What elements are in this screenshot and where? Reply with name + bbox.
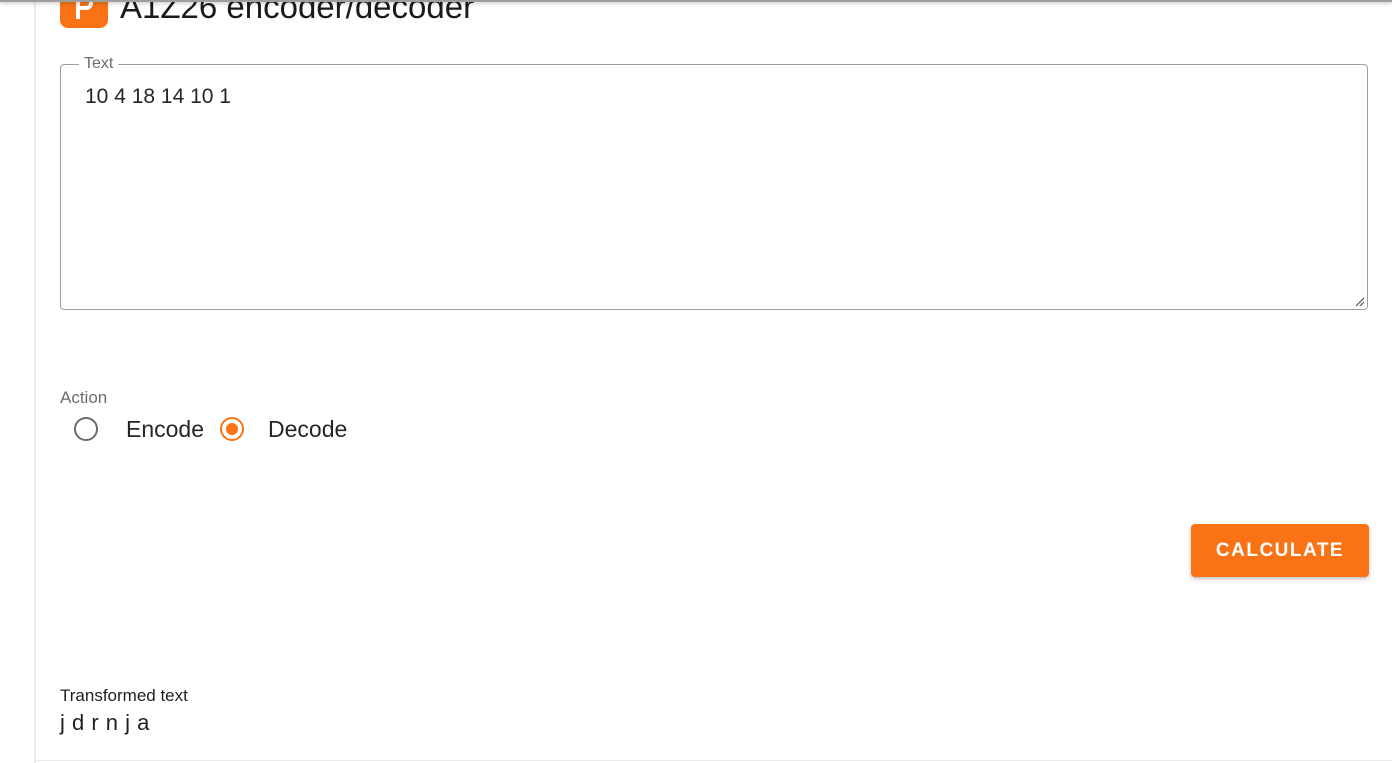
radio-unchecked-icon[interactable]: [74, 417, 98, 441]
result-label: Transformed text: [60, 686, 188, 705]
result-value: j d r n j a: [60, 710, 150, 735]
resize-handle-icon[interactable]: [1353, 295, 1365, 307]
calculate-button[interactable]: CALCULATE: [1191, 524, 1369, 577]
p-logo-icon: [60, 0, 108, 28]
top-app-bar-shadow: [0, 0, 1392, 2]
p-logo-glyph: [76, 0, 93, 19]
text-field-value[interactable]: 10 4 18 14 10 1: [85, 85, 231, 109]
page: A1Z26 encoder/decoder Text 10 4 18 14 10…: [0, 0, 1392, 763]
radio-option-decode[interactable]: Decode: [220, 416, 347, 443]
radio-checked-icon[interactable]: [220, 417, 245, 441]
left-divider: [34, 0, 36, 763]
radio-label-encode[interactable]: Encode: [126, 416, 204, 443]
text-input-field[interactable]: Text 10 4 18 14 10 1: [60, 55, 1368, 310]
radio-label-decode[interactable]: Decode: [268, 416, 347, 443]
page-title: A1Z26 encoder/decoder: [120, 0, 475, 25]
radio-checked-dot: [226, 423, 239, 435]
bottom-divider: [36, 760, 1392, 761]
text-field-label: Text: [79, 55, 119, 73]
radio-option-encode[interactable]: Encode: [74, 416, 204, 443]
page-header: A1Z26 encoder/decoder: [60, 0, 474, 28]
action-radio-group: Encode Decode: [74, 413, 363, 445]
action-label: Action: [60, 388, 108, 407]
